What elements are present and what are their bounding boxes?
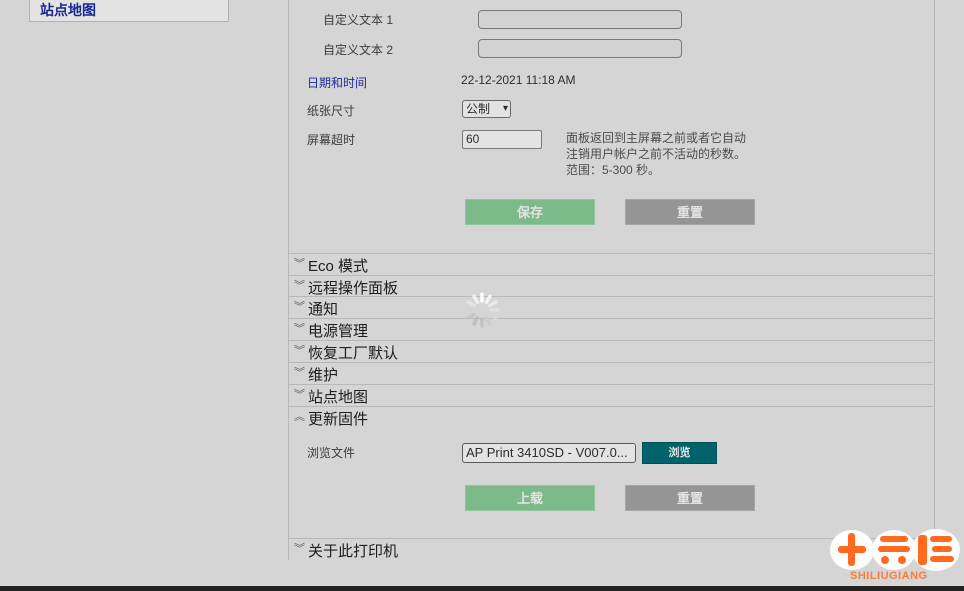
- chevron-double-down-icon: ︾: [294, 543, 305, 555]
- help-line-1: 面板返回到主屏幕之前或者它自动: [566, 131, 747, 145]
- section-remote-panel[interactable]: ︾ 远程操作面板: [289, 275, 933, 297]
- section-title: 电源管理: [308, 323, 369, 340]
- loading-spinner-icon: [464, 292, 500, 328]
- firmware-file-input[interactable]: AP Print 3410SD - V007.0...: [462, 443, 636, 463]
- section-title: 维护: [308, 367, 339, 384]
- reset-button[interactable]: 重置: [625, 199, 755, 225]
- chevron-double-down-icon: ︾: [294, 301, 305, 313]
- screen-timeout-help: 面板返回到主屏幕之前或者它自动 注销用户帐户之前不活动的秒数。 范围：5-300…: [566, 130, 756, 178]
- paper-size-value: 公制: [466, 102, 491, 116]
- custom-text-2-label: 自定义文本 2: [323, 43, 394, 57]
- browse-file-label: 浏览文件: [307, 446, 356, 460]
- chevron-double-up-icon: ︽: [294, 411, 305, 423]
- section-sitemap[interactable]: ︾ 站点地图: [289, 384, 933, 406]
- section-title: 恢复工厂默认: [308, 345, 399, 362]
- section-factory-reset[interactable]: ︾ 恢复工厂默认: [289, 340, 933, 362]
- datetime-value: 22-12-2021 11:18 AM: [461, 73, 576, 87]
- chevron-double-down-icon: ︾: [294, 258, 305, 270]
- section-power-management[interactable]: ︾ 电源管理: [289, 318, 933, 340]
- paper-size-label: 纸张尺寸: [307, 104, 356, 118]
- watermark-logo: SHILIUGIANG: [830, 526, 962, 586]
- custom-text-1-label: 自定义文本 1: [323, 13, 394, 27]
- sidebar-item-sitemap[interactable]: 站点地图: [29, 0, 229, 22]
- save-button[interactable]: 保存: [465, 199, 595, 225]
- section-title: 更新固件: [308, 411, 369, 428]
- firmware-reset-button[interactable]: 重置: [625, 485, 755, 511]
- help-line-3: 范围：5-300 秒。: [566, 163, 661, 177]
- screen-timeout-label: 屏幕超时: [307, 133, 356, 147]
- watermark-text: SHILIUGIANG: [850, 570, 928, 582]
- chevron-double-down-icon: ︾: [294, 367, 305, 379]
- datetime-link[interactable]: 日期和时间: [307, 74, 367, 91]
- browse-button[interactable]: 浏览: [642, 442, 717, 464]
- chevron-double-down-icon: ︾: [294, 345, 305, 357]
- chevron-double-down-icon: ︾: [294, 389, 305, 401]
- section-title: 关于此打印机: [308, 543, 399, 560]
- upload-button[interactable]: 上载: [465, 485, 595, 511]
- section-title: 远程操作面板: [308, 280, 399, 297]
- paper-size-select[interactable]: 公制 ▾: [462, 100, 511, 118]
- sidebar-item-label: 站点地图: [40, 2, 96, 18]
- section-notifications[interactable]: ︾ 通知: [289, 296, 933, 318]
- custom-text-1-input[interactable]: [478, 10, 682, 29]
- screen-timeout-input[interactable]: 60: [462, 130, 542, 149]
- bottom-edge: [0, 586, 964, 591]
- section-update-firmware[interactable]: ︽ 更新固件: [289, 406, 933, 428]
- section-maintenance[interactable]: ︾ 维护: [289, 362, 933, 384]
- custom-text-2-input[interactable]: [478, 39, 682, 58]
- help-line-2: 注销用户帐户之前不活动的秒数。: [566, 147, 747, 161]
- chevron-down-icon: ▾: [502, 103, 508, 114]
- chevron-double-down-icon: ︾: [294, 280, 305, 292]
- section-title: 通知: [308, 301, 339, 318]
- section-title: Eco 模式: [308, 258, 369, 275]
- chevron-double-down-icon: ︾: [294, 323, 305, 335]
- section-eco-mode[interactable]: ︾ Eco 模式: [289, 253, 933, 275]
- section-title: 站点地图: [308, 389, 369, 406]
- watermark-logo-icon: [830, 529, 960, 571]
